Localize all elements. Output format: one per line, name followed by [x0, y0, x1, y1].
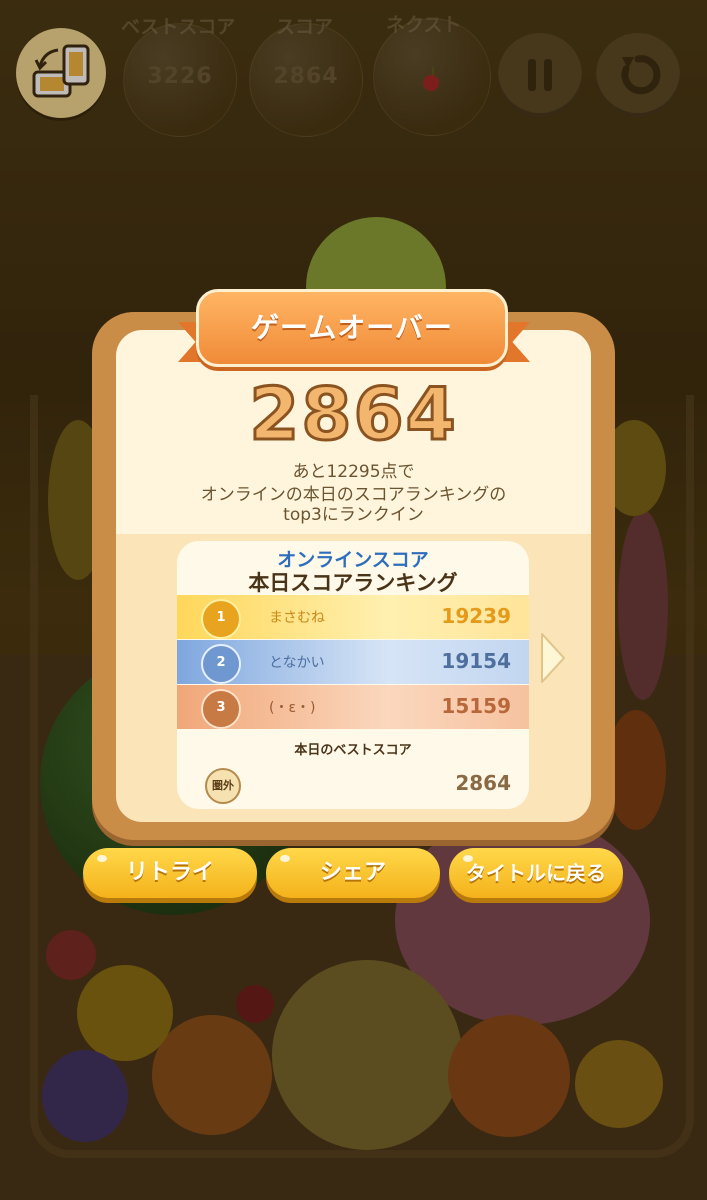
button-shine — [280, 855, 290, 862]
rank-number: 1 — [216, 610, 226, 625]
player-name: となかい — [269, 655, 325, 671]
bronze-medal-icon: 3 — [201, 689, 241, 729]
back-to-title-button[interactable]: タイトルに戻る — [449, 848, 623, 898]
player-name: まさむね — [269, 610, 325, 626]
dialog-title: ゲームオーバー — [251, 311, 453, 344]
today-best-score-value: 2864 — [455, 771, 511, 795]
ranking-header-today: 本日スコアランキング — [248, 571, 458, 595]
ranking-card: オンラインスコア 本日スコアランキング 1 まさむね 19239 2 となかい … — [177, 541, 529, 809]
back-to-title-label: タイトルに戻る — [466, 861, 606, 885]
share-button[interactable]: シェア — [266, 848, 440, 898]
player-score: 15159 — [441, 694, 511, 718]
button-shine — [463, 855, 473, 862]
rank-hint-line1: あと12295点で — [292, 462, 415, 482]
rank-number: 2 — [216, 655, 226, 670]
rank-number: 3 — [216, 700, 226, 715]
retry-button[interactable]: リトライ — [83, 848, 257, 898]
share-label: シェア — [319, 860, 386, 885]
game-over-ribbon: ゲームオーバー — [196, 289, 508, 367]
ranking-row-2: 2 となかい 19154 — [177, 640, 529, 684]
ranking-row-3: 3 (・ε・) 15159 — [177, 685, 529, 729]
gold-medal-icon: 1 — [201, 599, 241, 639]
rank-hint-line3: top3にランクイン — [283, 505, 424, 525]
chevron-right-icon — [541, 633, 565, 683]
ranking-row-1: 1 まさむね 19239 — [177, 595, 529, 639]
retry-label: リトライ — [125, 860, 214, 885]
today-best-score-row: 圏外 2864 — [177, 762, 529, 806]
button-shine — [97, 855, 107, 862]
today-best-score-label: 本日のベストスコア — [294, 743, 412, 758]
player-score: 19154 — [441, 649, 511, 673]
out-of-rank-badge: 圏外 — [205, 768, 241, 804]
player-name: (・ε・) — [269, 700, 316, 716]
final-score: 2864 — [248, 371, 458, 458]
player-score: 19239 — [441, 604, 511, 628]
silver-medal-icon: 2 — [201, 644, 241, 684]
next-page-button[interactable] — [538, 630, 568, 686]
